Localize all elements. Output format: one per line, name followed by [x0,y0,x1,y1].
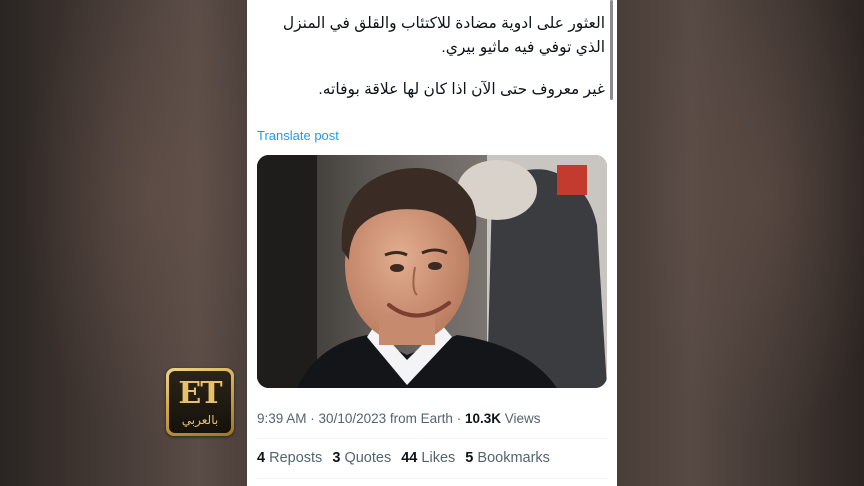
portrait-photo [257,155,607,388]
post-text-line-2: غير معروف حتى الآن اذا كان لها علاقة بوف… [318,81,605,98]
divider-top [257,438,607,439]
post-metadata: 9:39 AM · 30/10/2023 from Earth · 10.3K … [257,411,541,426]
et-logo-text: ET [178,376,222,411]
reposts-stat[interactable]: 4 Reposts [257,450,322,466]
et-logo: ET بالعربي [166,368,234,436]
background-right [617,0,864,486]
post-text-line-1: العثور على ادوية مضادة للاكتئاب والقلق ف… [282,15,605,56]
bookmarks-stat[interactable]: 5 Bookmarks [465,450,550,466]
post-text: العثور على ادوية مضادة للاكتئاب والقلق ف… [265,12,605,102]
et-logo-subtext: بالعربي [181,413,219,427]
post-time: 9:39 AM [257,411,307,426]
quotes-stat[interactable]: 3 Quotes [332,450,391,466]
divider-bottom [257,478,607,479]
tweet-card: العثور على ادوية مضادة للاكتئاب والقلق ف… [247,0,617,486]
views-label: Views [504,411,541,426]
post-image[interactable] [257,155,607,388]
post-date: 30/10/2023 [318,411,387,426]
translate-post-link[interactable]: Translate post [257,128,339,143]
engagement-stats: 4 Reposts 3 Quotes 44 Likes 5 Bookmarks [257,450,556,466]
et-logo-plate: ET بالعربي [169,371,231,433]
views-count: 10.3K [464,411,501,426]
scrollbar[interactable] [610,0,613,100]
likes-stat[interactable]: 44 Likes [401,450,455,466]
post-source: from Earth [389,411,453,426]
